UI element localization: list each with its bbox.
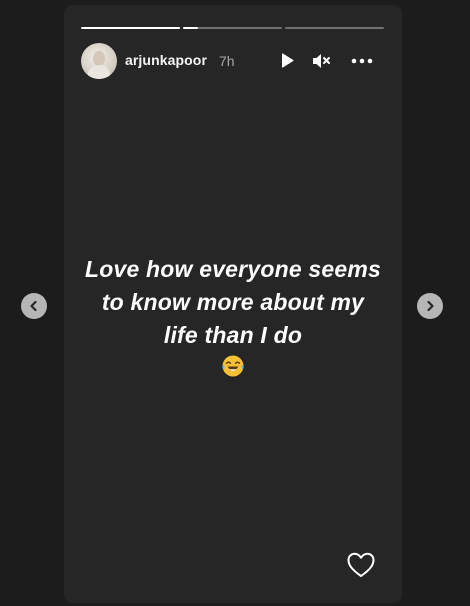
more-options-button[interactable] <box>349 50 375 72</box>
mute-toggle-button[interactable] <box>311 50 333 72</box>
progress-segment <box>183 27 282 29</box>
avatar[interactable] <box>81 43 117 79</box>
more-options-icon <box>351 58 373 64</box>
progress-segment <box>285 27 384 29</box>
story-card[interactable]: arjunkapoor 7h Love how everyone seems t… <box>64 5 402 603</box>
story-header: arjunkapoor 7h <box>81 43 384 79</box>
story-viewer: arjunkapoor 7h Love how everyone seems t… <box>0 0 470 606</box>
previous-story-button[interactable] <box>21 293 47 319</box>
chevron-right-icon <box>427 300 434 312</box>
username-link[interactable]: arjunkapoor <box>125 52 207 68</box>
story-text: Love how everyone seems to know more abo… <box>84 256 382 348</box>
chevron-left-icon <box>30 300 37 312</box>
play-icon <box>282 53 294 68</box>
heart-outline-icon[interactable] <box>347 552 375 578</box>
face-with-tears-of-joy-icon <box>222 355 244 377</box>
play-button[interactable] <box>276 50 298 72</box>
progress-segment <box>81 27 180 29</box>
story-progress-bar <box>81 27 384 29</box>
next-story-button[interactable] <box>417 293 443 319</box>
post-time: 7h <box>219 53 235 69</box>
muted-speaker-icon <box>313 54 330 68</box>
